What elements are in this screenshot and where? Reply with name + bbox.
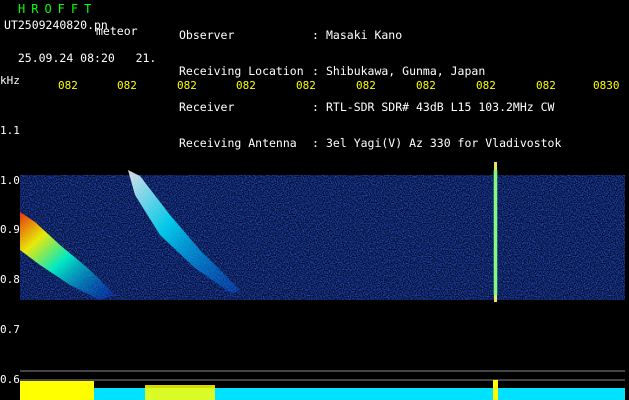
time-tick: 0830 [593,79,620,92]
freq-tick: 1.0 [0,174,20,187]
time-tick: 082 [177,79,197,92]
app-title: HROFFT [18,2,98,16]
time-tick: 082 [296,79,316,92]
timestamp: 25.09.24 08:20 21. [4,40,157,65]
frame-number: 21. [135,51,157,65]
spectrum-trace [20,388,625,400]
freq-tick: 0.7 [0,323,20,336]
info-row: Receiver: RTL-SDR SDR# 43dB L15 103.2MHz … [179,100,555,114]
time-tick: 082 [236,79,256,92]
time-tick: 082 [356,79,376,92]
time-tick: 082 [416,79,436,92]
date-time: 25.09.24 08:20 [17,51,115,65]
info-row: Receiving Antenna:3el Yagi(V) Az 330 for… [179,136,562,150]
mode-label: meteor [96,24,138,38]
time-tick: 082 [476,79,496,92]
file-name: UT2509240820.pn [4,18,108,32]
freq-tick: 0.8 [0,273,20,286]
freq-tick: 0.6 [0,373,20,386]
freq-tick: 0.9 [0,223,20,236]
freq-tick: 1.1 [0,124,20,137]
info-row: Observer: Masaki Kano [179,28,403,42]
spectrum-peak [20,381,94,400]
freq-unit: kHz [0,74,20,87]
time-tick: 082 [117,79,137,92]
info-row: Receiving Location: Shibukawa, Gunma, Jap… [179,64,486,78]
time-tick: 082 [536,79,556,92]
time-tick: 082 [58,79,78,92]
